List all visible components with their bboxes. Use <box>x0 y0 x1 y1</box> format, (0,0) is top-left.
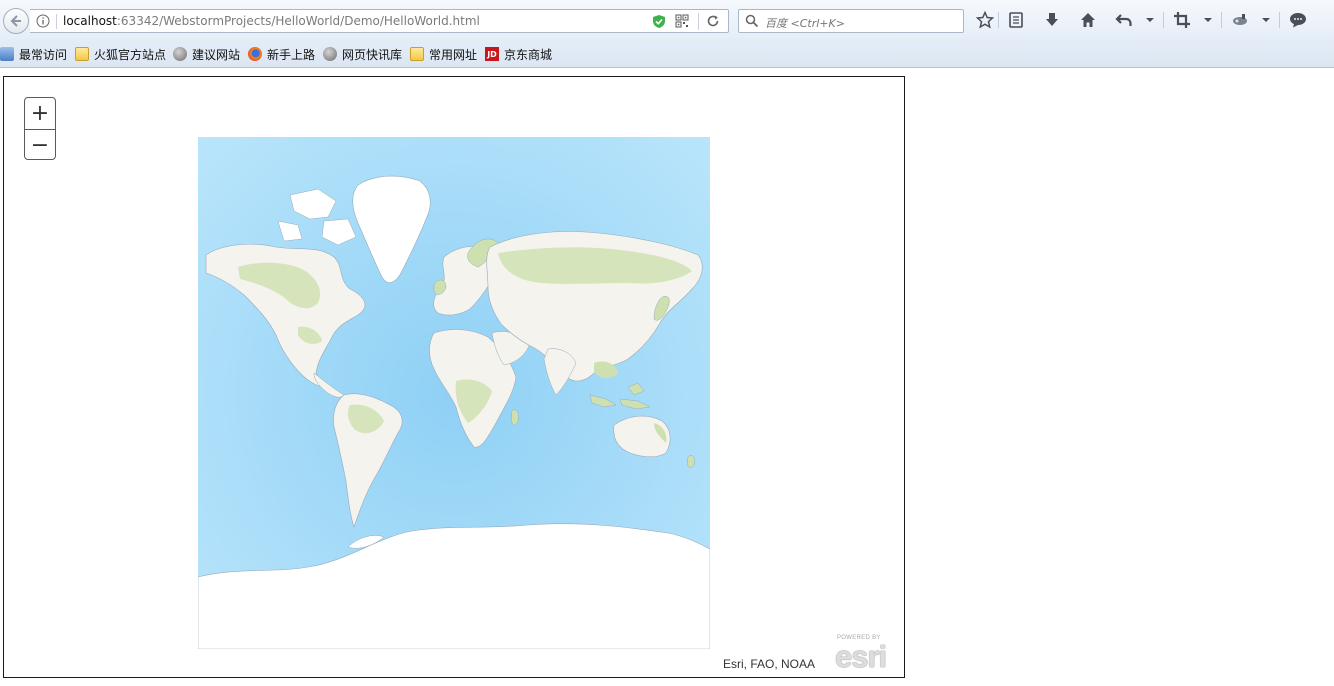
back-button[interactable] <box>3 8 29 34</box>
zoom-control: + − <box>24 97 56 160</box>
download-icon[interactable] <box>1043 11 1061 29</box>
esri-wordmark: esri <box>835 639 887 674</box>
toolbar-separator <box>1221 12 1222 28</box>
reload-icon[interactable] <box>706 14 720 28</box>
bookmark-jd-mall[interactable]: JD 京东商城 <box>485 46 552 62</box>
zoom-in-button[interactable]: + <box>25 98 55 129</box>
url-bar[interactable]: localhost:63342/WebstormProjects/HelloWo… <box>30 9 729 33</box>
arrow-left-icon <box>10 15 21 27</box>
toolbar-separator <box>1163 12 1164 28</box>
toolbar-separator <box>1279 12 1280 28</box>
url-host: localhost <box>63 14 117 28</box>
chevron-down-icon[interactable] <box>1204 18 1212 22</box>
bookmark-recent[interactable]: 最常访问 <box>0 46 67 62</box>
bookmark-firefox-official[interactable]: 火狐官方站点 <box>75 46 166 62</box>
bookmark-label: 新手上路 <box>267 47 316 62</box>
map-container[interactable]: + − Esri, FAO, NOAA POWERED BY esri <box>3 76 905 678</box>
chevron-down-icon[interactable] <box>1262 18 1270 22</box>
bookmarks-bar: 最常访问 火狐官方站点 建议网站 新手上路 网页快讯库 常用网址 JD 京东商城 <box>0 40 1334 68</box>
globe-icon <box>173 47 187 61</box>
bookmark-suggested-sites[interactable]: 建议网站 <box>173 46 240 62</box>
jd-icon: JD <box>485 47 499 61</box>
url-separator <box>698 13 699 30</box>
qr-code-icon[interactable] <box>675 14 689 28</box>
crop-screenshot-icon[interactable] <box>1173 11 1191 29</box>
bookmark-star-icon[interactable] <box>976 11 994 29</box>
map-attribution[interactable]: Esri, FAO, NOAA <box>723 657 815 671</box>
folder-icon <box>410 47 424 61</box>
bookmark-label: 建议网站 <box>192 47 241 62</box>
recent-icon <box>0 47 14 61</box>
mouse-gesture-icon[interactable] <box>1231 11 1249 29</box>
home-icon[interactable] <box>1079 11 1097 29</box>
new-zealand <box>687 455 695 468</box>
bookmark-label: 火狐官方站点 <box>94 47 167 62</box>
chat-bubble-icon[interactable] <box>1289 11 1307 29</box>
bookmark-label: 网页快讯库 <box>342 47 403 62</box>
bookmarks-menu-icon[interactable] <box>1007 11 1025 29</box>
browser-toolbar: localhost:63342/WebstormProjects/HelloWo… <box>0 0 1334 40</box>
bookmark-getting-started[interactable]: 新手上路 <box>248 46 315 62</box>
bookmark-label: 最常访问 <box>19 47 68 62</box>
bookmark-label: 常用网址 <box>429 47 478 62</box>
url-separator <box>56 14 57 29</box>
search-bar[interactable]: 百度 <Ctrl+K> <box>738 9 964 33</box>
esri-logo[interactable]: POWERED BY esri <box>835 635 901 674</box>
search-icon <box>745 14 759 28</box>
shield-icon[interactable] <box>652 14 666 29</box>
url-path: :63342/WebstormProjects/HelloWorld/Demo/… <box>116 14 480 28</box>
firefox-icon <box>248 47 262 61</box>
toolbar-separator <box>998 12 999 28</box>
zoom-out-button[interactable]: − <box>25 129 55 159</box>
folder-icon <box>75 47 89 61</box>
info-icon[interactable] <box>36 14 50 28</box>
undo-icon[interactable] <box>1115 11 1133 29</box>
search-placeholder: 百度 <Ctrl+K> <box>765 17 845 30</box>
bookmark-label: 京东商城 <box>504 47 553 62</box>
globe-icon <box>323 47 337 61</box>
bookmark-web-slices[interactable]: 网页快讯库 <box>323 46 402 62</box>
chevron-down-icon[interactable] <box>1146 18 1154 22</box>
bookmark-common-sites[interactable]: 常用网址 <box>410 46 477 62</box>
world-map-tile[interactable] <box>198 137 710 649</box>
url-text[interactable]: localhost:63342/WebstormProjects/HelloWo… <box>63 14 480 29</box>
